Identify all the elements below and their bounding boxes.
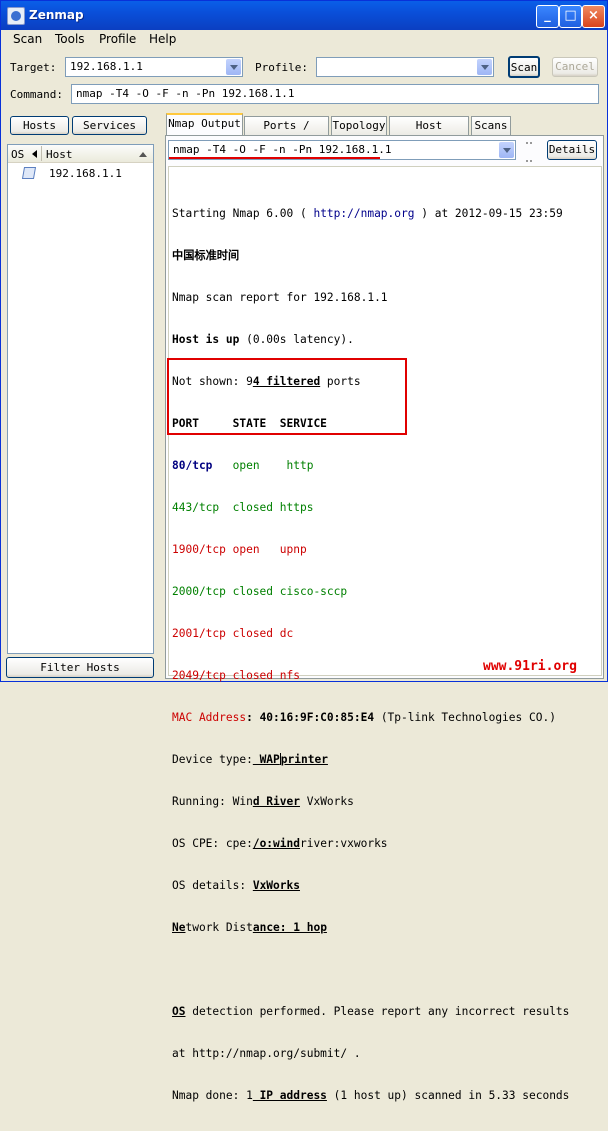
target-value: 192.168.1.1 xyxy=(70,60,143,73)
port-row: 80/tcp open http xyxy=(172,459,597,473)
port-number: 80/tcp xyxy=(172,459,226,472)
os-cpe-line: OS CPE: cpe:/o:windriver:vxworks xyxy=(172,837,597,851)
output-text: detection performed. Please report any i… xyxy=(185,1005,570,1018)
output-line: Nmap scan report for 192.168.1.1 xyxy=(172,291,388,304)
device-type-line: Device type: WAPprinter xyxy=(172,753,597,767)
network-distance-value: ance: 1 hop xyxy=(252,921,327,934)
host-list-panel: OS Host 192.168.1.1 xyxy=(7,144,154,654)
output-line: Starting Nmap 6.00 ( http://nmap.org ) a… xyxy=(172,207,597,221)
profile-dropdown-icon[interactable] xyxy=(477,59,492,75)
output-text: twork Dist xyxy=(185,921,253,934)
target-label: Target: xyxy=(10,61,57,74)
scan-button[interactable]: Scan xyxy=(508,56,540,78)
output-text: (0.00s latency). xyxy=(239,333,354,346)
minimize-icon[interactable]: _ xyxy=(536,5,559,28)
os-details-line: OS details: VxWorks xyxy=(172,879,597,893)
target-input[interactable]: 192.168.1.1 xyxy=(65,57,243,77)
maximize-icon[interactable]: □ xyxy=(559,5,582,28)
command-input[interactable]: nmap -T4 -O -F -n -Pn 192.168.1.1 xyxy=(71,84,599,104)
mac-value: : 40:16:9F:C0:85:E4 xyxy=(246,711,375,724)
port-state: open xyxy=(225,459,280,472)
output-text: Device type: xyxy=(172,753,253,766)
output-line: Host is up (0.00s latency). xyxy=(172,333,597,347)
output-command-value: nmap -T4 -O -F -n -Pn 192.168.1.1 xyxy=(173,143,392,156)
tab-scans[interactable]: Scans xyxy=(471,116,511,135)
os-detection-line: OS detection performed. Please report an… xyxy=(172,1005,597,1019)
target-dropdown-icon[interactable] xyxy=(226,59,241,75)
running-value: d River xyxy=(252,795,300,808)
output-combo-dropdown-icon[interactable] xyxy=(499,142,514,158)
nmap-output-text: Starting Nmap 6.00 ( http://nmap.org ) a… xyxy=(172,179,597,1131)
nmap-url-link[interactable]: http://nmap.org xyxy=(313,207,414,220)
network-distance-line: Network Distance: 1 hop xyxy=(172,921,597,935)
os-details-value: VxWorks xyxy=(252,879,300,892)
command-value: nmap -T4 -O -F -n -Pn 192.168.1.1 xyxy=(76,87,295,100)
zenmap-app-icon xyxy=(7,7,25,25)
output-text: OS xyxy=(172,1005,186,1018)
scroll-up-icon[interactable] xyxy=(139,152,147,157)
menu-scan[interactable]: Scan xyxy=(13,32,42,46)
os-cpe-value: /o:wind xyxy=(252,837,300,850)
command-underline-annotation xyxy=(169,157,380,159)
profile-label: Profile: xyxy=(255,61,308,74)
device-type-value: WAP xyxy=(252,753,280,766)
menu-tools[interactable]: Tools xyxy=(55,32,85,46)
separator-grip-icon xyxy=(526,142,532,162)
output-text: VxWorks xyxy=(299,795,354,808)
hosts-button[interactable]: Hosts xyxy=(10,116,69,135)
column-divider xyxy=(41,146,42,161)
tab-ports-hosts[interactable]: Ports / Hosts xyxy=(244,116,329,150)
output-text: (1 host up) scanned in 5.33 seconds xyxy=(326,1089,570,1102)
close-icon[interactable]: × xyxy=(582,5,605,28)
mac-line: MAC Address: 40:16:9F:C0:85:E4 (Tp-link … xyxy=(172,711,597,725)
output-text: Starting Nmap 6.00 ( xyxy=(172,207,314,220)
port-row: 443/tcp closed https xyxy=(172,501,314,514)
port-row: 2000/tcp closed cisco-sccp xyxy=(172,585,348,598)
profile-combo[interactable] xyxy=(316,57,494,77)
os-unknown-icon xyxy=(21,167,37,179)
host-list-header: OS Host xyxy=(8,145,153,163)
details-button[interactable]: Details xyxy=(547,140,597,160)
output-text: OS CPE: cpe: xyxy=(172,837,253,850)
output-line: at http://nmap.org/submit/ . xyxy=(172,1047,361,1060)
running-line: Running: Wind River VxWorks xyxy=(172,795,597,809)
menu-help[interactable]: Help xyxy=(149,32,176,46)
window-title: Zenmap xyxy=(29,8,84,22)
port-service: http xyxy=(279,459,314,472)
nmap-done-line: Nmap done: 1 IP address (1 host up) scan… xyxy=(172,1089,597,1103)
command-label: Command: xyxy=(10,88,63,101)
output-text: OS details: xyxy=(172,879,253,892)
port-row: 2001/tcp closed dc xyxy=(172,627,294,640)
menu-bar: Scan Tools Profile Help xyxy=(1,30,607,50)
watermark-text: www.91ri.org xyxy=(483,659,577,674)
host-address: 192.168.1.1 xyxy=(49,167,122,180)
tab-nmap-output[interactable]: Nmap Output xyxy=(166,113,243,136)
cancel-button[interactable]: Cancel xyxy=(552,57,598,77)
services-button[interactable]: Services xyxy=(72,116,147,135)
output-text: Running: Win xyxy=(172,795,253,808)
output-text: Nmap done: 1 xyxy=(172,1089,253,1102)
sort-arrow-icon xyxy=(32,150,37,158)
mac-label: MAC Address xyxy=(172,711,247,724)
host-up-text: Host is up xyxy=(172,333,240,346)
output-text: IP address xyxy=(252,1089,327,1102)
tab-host-details[interactable]: Host Details xyxy=(389,116,469,150)
tab-topology[interactable]: Topology xyxy=(331,116,387,135)
host-column-header[interactable]: Host xyxy=(46,148,73,161)
port-row: 1900/tcp open upnp xyxy=(172,543,307,556)
output-text: river:vxworks xyxy=(299,837,388,850)
filter-hosts-button[interactable]: Filter Hosts xyxy=(6,657,154,678)
title-bar[interactable]: Zenmap _ □ × xyxy=(1,1,607,30)
os-info-highlight-box xyxy=(167,358,407,435)
os-column-header[interactable]: OS xyxy=(11,148,24,161)
host-row[interactable]: 192.168.1.1 xyxy=(8,165,153,182)
mac-vendor: (Tp-link Technologies CO.) xyxy=(374,711,556,724)
output-text: ) at 2012-09-15 23:59 xyxy=(414,207,563,220)
menu-profile[interactable]: Profile xyxy=(99,32,136,46)
zenmap-window: Zenmap _ □ × Scan Tools Profile Help Tar… xyxy=(0,0,608,1102)
device-type-value: printer xyxy=(280,753,328,766)
output-text: Ne xyxy=(172,921,186,934)
output-line: 中国标准时间 xyxy=(172,249,240,262)
